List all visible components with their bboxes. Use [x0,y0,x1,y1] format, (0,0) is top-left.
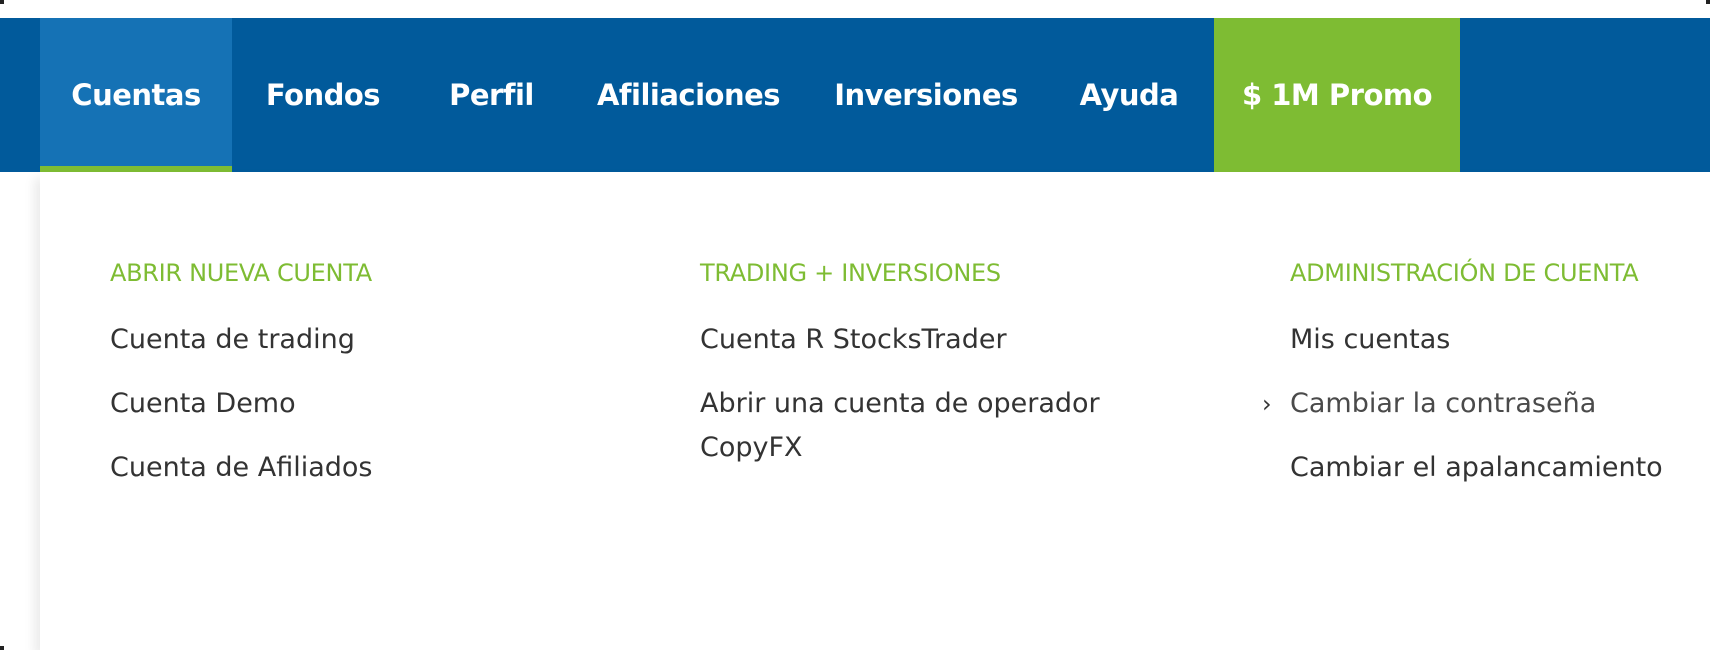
menu-column-open-account: ABRIR NUEVA CUENTA Cuenta de trading Cue… [110,258,373,510]
column-heading: ABRIR NUEVA CUENTA [110,259,372,287]
link-cuenta-r-stockstrader[interactable]: Cuenta R StocksTrader [700,318,1130,362]
window-corner-mark [1706,0,1710,4]
window-corner-mark [0,0,4,4]
nav-item-inversiones[interactable]: Inversiones [808,18,1044,172]
link-cuenta-demo[interactable]: Cuenta Demo [110,382,373,426]
accounts-dropdown-menu: ABRIR NUEVA CUENTA Cuenta de trading Cue… [40,172,1710,650]
nav-item-afiliaciones[interactable]: Afiliaciones [569,18,808,172]
link-cambiar-contrasena-row[interactable]: › Cambiar la contraseña [1262,382,1663,426]
window-corner-mark [0,646,4,650]
link-cambiar-apalancamiento[interactable]: Cambiar el apalancamiento [1290,446,1663,490]
main-navigation-bar: Cuentas Fondos Perfil Afiliaciones Inver… [0,18,1710,172]
menu-column-account-administration: ADMINISTRACIÓN DE CUENTA Mis cuentas › C… [1262,258,1663,510]
link-cambiar-contrasena-label: Cambiar la contraseña [1290,388,1597,419]
nav-item-ayuda[interactable]: Ayuda [1044,18,1214,172]
link-cuenta-de-trading[interactable]: Cuenta de trading [110,318,373,362]
column-heading: TRADING + INVERSIONES [700,259,1001,287]
nav-item-cuentas[interactable]: Cuentas [40,18,232,172]
chevron-right-icon: › [1262,390,1272,418]
nav-left-spacer [0,18,40,172]
link-cuenta-de-afiliados[interactable]: Cuenta de Afiliados [110,446,373,490]
nav-item-promo[interactable]: $ 1M Promo [1214,18,1460,172]
link-abrir-cuenta-operador-copyfx[interactable]: Abrir una cuenta de operador CopyFX [700,382,1130,470]
nav-item-fondos[interactable]: Fondos [232,18,414,172]
link-mis-cuentas[interactable]: Mis cuentas [1290,318,1663,362]
column-heading: ADMINISTRACIÓN DE CUENTA [1290,259,1639,287]
nav-item-perfil[interactable]: Perfil [414,18,569,172]
menu-column-trading-investments: TRADING + INVERSIONES Cuenta R StocksTra… [700,258,1130,490]
